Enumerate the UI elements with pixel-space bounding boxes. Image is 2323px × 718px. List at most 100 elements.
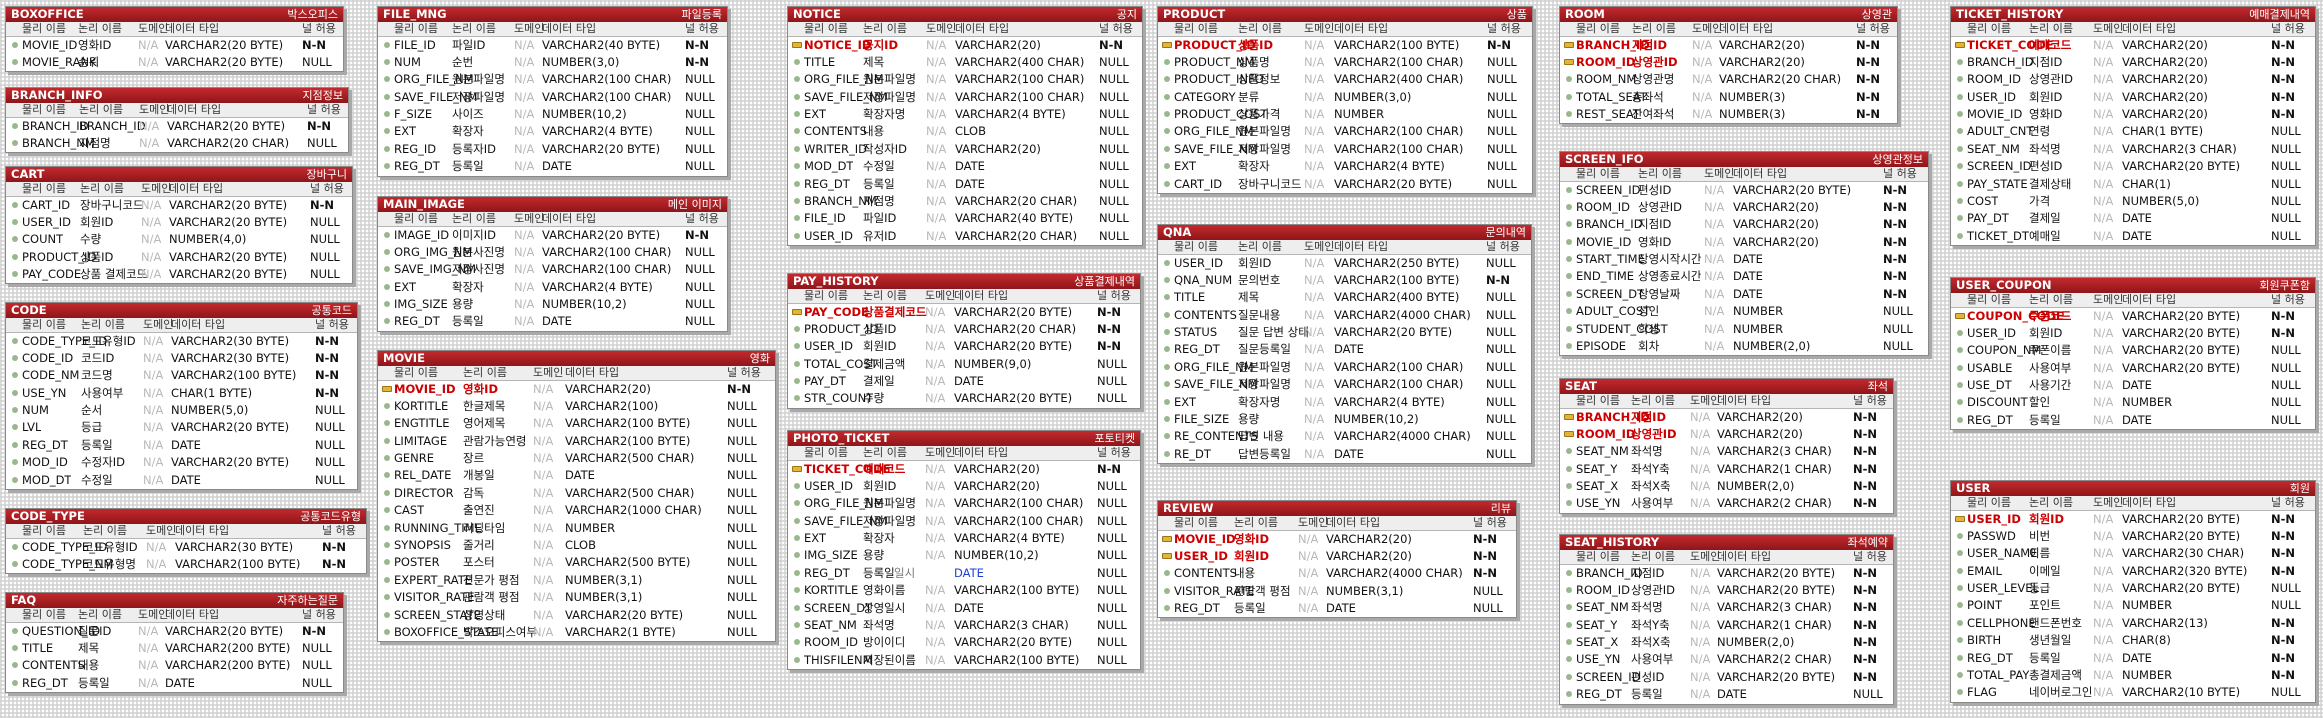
column-row[interactable]: MOVIE_ID 영화ID N/A VARCHAR2(20) N-N: [1158, 531, 1516, 548]
column-row[interactable]: PRODUCT_ID 상품ID N/A VARCHAR2(100 BYTE) N-N: [1158, 37, 1532, 54]
column-row[interactable]: BRANCH_ID BRANCH_ID N/A VARCHAR2(20 BYTE) N-…: [6, 118, 348, 135]
column-row[interactable]: ORG_FILE_NM 원본파일명 N/A VARCHAR2(100 CHAR) NUL…: [1158, 359, 1531, 376]
column-row[interactable]: F_SIZE 사이즈 N/A NUMBER(10,2) NULL: [378, 106, 727, 123]
column-row[interactable]: FILE_ID 파일ID N/A VARCHAR2(40 BYTE) NULL: [788, 210, 1142, 227]
column-row[interactable]: CODE_TYPE_ID 코드유형ID N/A VARCHAR2(30 BYTE) N-…: [6, 539, 366, 556]
column-row[interactable]: DISCOUNT 할인 N/A NUMBER NULL: [1951, 394, 2315, 411]
table-notice[interactable]: NOTICE 공지 물리 이름 논리 이름 도메인 데이터 타입 널 허용 NOTICE_ID…: [787, 6, 1143, 247]
column-row[interactable]: LVL 등급 N/A VARCHAR2(20 BYTE) NULL: [6, 419, 357, 436]
column-row[interactable]: CART_ID 장바구니코드 N/A VARCHAR2(20 BYTE) N-N: [6, 197, 352, 214]
column-row[interactable]: NUM 순번 N/A NUMBER(3,0) N-N: [378, 54, 727, 71]
column-row[interactable]: ROOM_ID 상영관ID N/A VARCHAR2(20) N-N: [1951, 71, 2315, 88]
column-row[interactable]: SAVE_FILE_NM 저장파일명 N/A VARCHAR2(100 CHAR) NU…: [1158, 376, 1531, 393]
table-seat[interactable]: SEAT 좌석 물리 이름 논리 이름 도메인 데이터 타입 널 허용 BRANCH_ID 지점…: [1559, 378, 1894, 514]
column-row[interactable]: TOTAL_SEAT 총좌석 N/A NUMBER(3) N-N: [1560, 89, 1897, 106]
column-row[interactable]: ADULT_CNT 연령 N/A CHAR(1 BYTE) NULL: [1951, 123, 2315, 140]
column-row[interactable]: POINT 포인트 N/A NUMBER NULL: [1951, 597, 2315, 614]
column-row[interactable]: RUNNING_TIME 러닝타임 N/A NUMBER NULL: [378, 520, 775, 537]
column-row[interactable]: REG_DT 질문등록일 N/A DATE NULL: [1158, 341, 1531, 358]
column-row[interactable]: CONTENTS 내용 N/A VARCHAR2(4000 CHAR) N-N: [1158, 565, 1516, 582]
table-main-image[interactable]: MAIN_IMAGE 메인 이미지 물리 이름 논리 이름 도메인 데이터 타입 널 허용 I…: [377, 196, 728, 332]
column-row[interactable]: END_TIME 상영종료시간 N/A DATE N-N: [1560, 268, 1928, 285]
column-row[interactable]: STATUS 질문 답변 상태 N/A VARCHAR2(20 BYTE) NULL: [1158, 324, 1531, 341]
column-row[interactable]: BIRTH 생년월일 N/A CHAR(8) N-N: [1951, 632, 2315, 649]
column-row[interactable]: ROOM_ID 상영관ID N/A VARCHAR2(20) N-N: [1560, 426, 1893, 443]
column-row[interactable]: START_TIME 상영시작시간 N/A DATE N-N: [1560, 251, 1928, 268]
column-row[interactable]: PRODUCT_COST 상품가격 N/A NUMBER NULL: [1158, 106, 1532, 123]
column-row[interactable]: SEAT_NM 좌석명 N/A VARCHAR2(3 CHAR) NULL: [1951, 141, 2315, 158]
column-row[interactable]: RE_CONTENTS 답변 내용 N/A VARCHAR2(4000 CHAR) NU…: [1158, 428, 1531, 445]
table-qna[interactable]: QNA 문의내역 물리 이름 논리 이름 도메인 데이터 타입 널 허용 USER_ID 회원I…: [1157, 224, 1532, 465]
column-row[interactable]: CODE_TYPE_ID 코드유형ID N/A VARCHAR2(30 BYTE) N-…: [6, 333, 357, 350]
table-review[interactable]: REVIEW 리뷰 물리 이름 논리 이름 도메인 데이터 타입 널 허용 MOVIE_ID 영…: [1157, 500, 1517, 619]
column-row[interactable]: USE_YN 사용여부 N/A VARCHAR2(2 CHAR) N-N: [1560, 495, 1893, 512]
column-row[interactable]: TOTAL_COST 결제금액 N/A NUMBER(9,0) NULL: [788, 356, 1140, 373]
column-row[interactable]: TITLE 제목 N/A VARCHAR2(400 BYTE) NULL: [1158, 289, 1531, 306]
column-row[interactable]: IMG_SIZE 용량 N/A NUMBER(10,2) NULL: [788, 547, 1140, 564]
column-row[interactable]: SEAT_Y 좌석Y축 N/A VARCHAR2(1 CHAR) N-N: [1560, 461, 1893, 478]
column-row[interactable]: SYNOPSIS 줄거리 N/A CLOB NULL: [378, 537, 775, 554]
column-row[interactable]: PRODUCT_INFO 상품정보 N/A VARCHAR2(400 CHAR) NUL…: [1158, 71, 1532, 88]
column-row[interactable]: TICKET_DT 예매일 N/A DATE NULL: [1951, 228, 2315, 245]
column-row[interactable]: COUNT 수량 N/A NUMBER(4,0) NULL: [6, 231, 352, 248]
column-row[interactable]: TITLE 제목 N/A VARCHAR2(400 CHAR) NULL: [788, 54, 1142, 71]
column-row[interactable]: ROOM_ID 상영관ID N/A VARCHAR2(20) N-N: [1560, 199, 1928, 216]
column-row[interactable]: MOD_DT 수정일 N/A DATE NULL: [788, 158, 1142, 175]
column-row[interactable]: EPISODE 회차 N/A NUMBER(2,0) NULL: [1560, 338, 1928, 355]
column-row[interactable]: CONTENTS 내용 N/A VARCHAR2(200 BYTE) NULL: [6, 657, 343, 674]
column-row[interactable]: COST 가격 N/A NUMBER(5,0) NULL: [1951, 193, 2315, 210]
column-row[interactable]: SCREEN_ID 편성ID N/A VARCHAR2(20 BYTE) N-N: [1560, 182, 1928, 199]
column-row[interactable]: FILE_SIZE 용량 N/A NUMBER(10,2) NULL: [1158, 411, 1531, 428]
column-row[interactable]: REG_DT 등록일 N/A DATE NULL: [378, 313, 727, 330]
column-row[interactable]: ORG_IMG_NM 원본사진명 N/A VARCHAR2(100 CHAR) NULL: [378, 244, 727, 261]
column-row[interactable]: BRANCH_ID 지점ID N/A VARCHAR2(20 BYTE) N-N: [1560, 565, 1893, 582]
column-row[interactable]: CONTENTS 내용 N/A CLOB NULL: [788, 123, 1142, 140]
table-product[interactable]: PRODUCT 상품 물리 이름 논리 이름 도메인 데이터 타입 널 허용 PRODUCT_…: [1157, 6, 1533, 195]
column-row[interactable]: EXT 확장자 N/A VARCHAR2(4 BYTE) NULL: [378, 279, 727, 296]
column-row[interactable]: MOD_DT 수정일 N/A DATE NULL: [6, 472, 357, 489]
column-row[interactable]: TITLE 제목 N/A VARCHAR2(200 BYTE) NULL: [6, 640, 343, 657]
column-row[interactable]: PAY_CODE 상품 결제코드 N/A VARCHAR2(20 BYTE) NULL: [6, 266, 352, 283]
column-row[interactable]: REG_DT 등록일 N/A DATE NULL: [1560, 686, 1893, 703]
column-row[interactable]: REG_DT 등록일 N/A DATE NULL: [788, 176, 1142, 193]
column-row[interactable]: USE_YN 사용여부 N/A CHAR(1 BYTE) N-N: [6, 385, 357, 402]
column-row[interactable]: SEAT_NM 좌석명 N/A VARCHAR2(3 CHAR) N-N: [1560, 443, 1893, 460]
column-row[interactable]: ROOM_ID 상영관ID N/A VARCHAR2(20) N-N: [1560, 54, 1897, 71]
column-row[interactable]: TOTAL_PAY 총결제금액 N/A NUMBER N-N: [1951, 667, 2315, 684]
column-row[interactable]: GENRE 장르 N/A VARCHAR2(500 CHAR) NULL: [378, 450, 775, 467]
table-code[interactable]: CODE 공통코드 물리 이름 논리 이름 도메인 데이터 타입 널 허용 CODE_TYPE…: [5, 302, 358, 491]
column-row[interactable]: EXT 확장자 N/A VARCHAR2(4 BYTE) NULL: [378, 123, 727, 140]
column-row[interactable]: BRANCH_NM 지점명 N/A VARCHAR2(20 CHAR) NULL: [788, 193, 1142, 210]
column-row[interactable]: MOVIE_RANK 순위 N/A VARCHAR2(20 BYTE) NULL: [6, 54, 343, 71]
column-row[interactable]: EXT 확장자명 N/A VARCHAR2(4 BYTE) NULL: [1158, 394, 1531, 411]
column-row[interactable]: ROOM_ID 방이이디 N/A VARCHAR2(20 BYTE) NULL: [788, 634, 1140, 651]
column-row[interactable]: SAVE_FILE_NM 저장파일명 N/A VARCHAR2(100 CHAR) NU…: [1158, 141, 1532, 158]
column-row[interactable]: ROOM_NM 상영관명 N/A VARCHAR2(20 CHAR) N-N: [1560, 71, 1897, 88]
column-row[interactable]: KORTITLE 한글제목 N/A VARCHAR2(100) NULL: [378, 398, 775, 415]
column-row[interactable]: CONTENTS 질문내용 N/A VARCHAR2(4000 CHAR) NULL: [1158, 307, 1531, 324]
column-row[interactable]: CODE_TYPE_NM 코드유형명 N/A VARCHAR2(100 BYTE) N-…: [6, 556, 366, 573]
column-row[interactable]: PAY_DT 결제일 N/A DATE NULL: [788, 373, 1140, 390]
column-row[interactable]: USE_DT 사용기간 N/A DATE NULL: [1951, 377, 2315, 394]
column-row[interactable]: COUPON_NM 쿠폰이름 N/A VARCHAR2(20 BYTE) NULL: [1951, 342, 2315, 359]
column-row[interactable]: KORTITLE 영화이름 N/A VARCHAR2(100 BYTE) NULL: [788, 582, 1140, 599]
column-row[interactable]: MOVIE_ID 영화ID N/A VARCHAR2(20) N-N: [1951, 106, 2315, 123]
column-row[interactable]: USER_ID 회원ID N/A VARCHAR2(20 BYTE) N-N: [1951, 325, 2315, 342]
column-row[interactable]: NOTICE_ID 공지ID N/A VARCHAR2(20) N-N: [788, 37, 1142, 54]
column-row[interactable]: REG_ID 등록자ID N/A VARCHAR2(20 BYTE) NULL: [378, 141, 727, 158]
column-row[interactable]: USER_LEVEL 등급 N/A VARCHAR2(20 BYTE) NULL: [1951, 580, 2315, 597]
column-row[interactable]: BRANCH_ID 지점ID N/A VARCHAR2(20) N-N: [1951, 54, 2315, 71]
column-row[interactable]: IMG_SIZE 용량 N/A NUMBER(10,2) NULL: [378, 296, 727, 313]
column-row[interactable]: PRODUCT_ID 상품ID N/A VARCHAR2(20 BYTE) NULL: [6, 249, 352, 266]
column-row[interactable]: FILE_ID 파일ID N/A VARCHAR2(40 BYTE) N-N: [378, 37, 727, 54]
table-room[interactable]: ROOM 상영관 물리 이름 논리 이름 도메인 데이터 타입 널 허용 BRANCH_ID 지…: [1559, 6, 1898, 125]
column-row[interactable]: SCREEN_ID 편성ID N/A VARCHAR2(20 BYTE) NULL: [1951, 158, 2315, 175]
column-row[interactable]: DIRECTOR 감독 N/A VARCHAR2(500 CHAR) NULL: [378, 485, 775, 502]
column-row[interactable]: EXT 확장자 N/A VARCHAR2(4 BYTE) NULL: [1158, 158, 1532, 175]
column-row[interactable]: MOD_ID 수정자ID N/A VARCHAR2(20 BYTE) NULL: [6, 454, 357, 471]
column-row[interactable]: CAST 출연진 N/A VARCHAR2(1000 CHAR) NULL: [378, 502, 775, 519]
table-code-type[interactable]: CODE_TYPE 공통코드유형 물리 이름 논리 이름 도메인 데이터 타입 널 허용 CO…: [5, 508, 367, 575]
table-seat-history[interactable]: SEAT_HISTORY 좌석예약 물리 이름 논리 이름 도메인 데이터 타입 널 허용 B…: [1559, 534, 1894, 705]
table-faq[interactable]: FAQ 자주하는질문 물리 이름 논리 이름 도메인 데이터 타입 널 허용 QUESTION…: [5, 592, 344, 694]
column-row[interactable]: CATEGORY 분류 N/A NUMBER(3,0) NULL: [1158, 89, 1532, 106]
